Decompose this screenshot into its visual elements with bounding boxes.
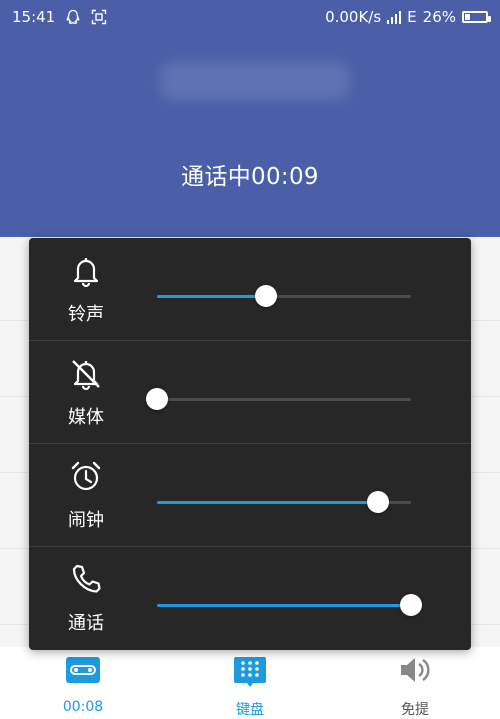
volume-row-call: 通话 xyxy=(29,547,471,649)
status-time: 15:41 xyxy=(12,8,56,26)
screenshot-icon xyxy=(91,9,107,25)
slider-thumb[interactable] xyxy=(366,491,389,513)
dialpad-icon xyxy=(234,657,266,687)
bell-icon xyxy=(73,258,99,288)
volume-row-media: 媒体 xyxy=(29,341,471,444)
speaker-label: 免提 xyxy=(401,702,429,718)
network-type: E xyxy=(407,8,417,26)
network-speed: 0.00K/s xyxy=(325,8,382,26)
ringtone-volume-slider[interactable] xyxy=(157,285,411,307)
record-label: 00:08 xyxy=(62,699,104,715)
slider-thumb[interactable] xyxy=(146,388,168,410)
keypad-button[interactable]: 键盘 xyxy=(200,655,300,719)
status-bar: 15:41 0.00K/s E 26% xyxy=(0,0,500,34)
slider-thumb[interactable] xyxy=(255,285,278,307)
recording-icon xyxy=(66,657,100,683)
slider-thumb[interactable] xyxy=(400,594,422,616)
slider-fill xyxy=(157,604,411,607)
volume-row-alarm: 闹钟 xyxy=(29,444,471,547)
slider-track xyxy=(157,398,411,401)
volume-label-alarm: 闹钟 xyxy=(68,510,104,531)
keypad-label: 键盘 xyxy=(236,702,264,718)
phone-icon xyxy=(72,564,101,593)
volume-label-media: 媒体 xyxy=(68,407,104,428)
qq-icon xyxy=(65,9,81,25)
call-volume-slider[interactable] xyxy=(157,594,422,616)
volume-row-ringtone: 铃声 xyxy=(29,238,471,341)
bell-off-icon xyxy=(72,360,100,391)
speaker-icon xyxy=(401,658,430,682)
battery-icon xyxy=(462,11,491,23)
slider-fill xyxy=(157,295,267,298)
volume-panel: 铃声 媒体 闹钟 通话 xyxy=(29,238,471,650)
volume-label-call: 通话 xyxy=(68,613,104,634)
caller-name-blurred xyxy=(160,62,350,100)
alarm-volume-slider[interactable] xyxy=(157,491,411,513)
speaker-button[interactable]: 免提 xyxy=(365,655,465,719)
battery-percent: 26% xyxy=(422,8,456,26)
signal-icon xyxy=(387,10,402,24)
alarm-clock-icon xyxy=(71,461,101,491)
call-header: 15:41 0.00K/s E 26% 通话中00:09 xyxy=(0,0,500,237)
bottom-bar: 00:08 键盘 免提 xyxy=(0,647,500,718)
call-status: 通话中00:09 xyxy=(181,164,319,190)
slider-fill xyxy=(157,501,378,504)
media-volume-slider[interactable] xyxy=(146,388,411,410)
record-button[interactable]: 00:08 xyxy=(33,655,133,715)
volume-label-ringtone: 铃声 xyxy=(68,304,104,325)
